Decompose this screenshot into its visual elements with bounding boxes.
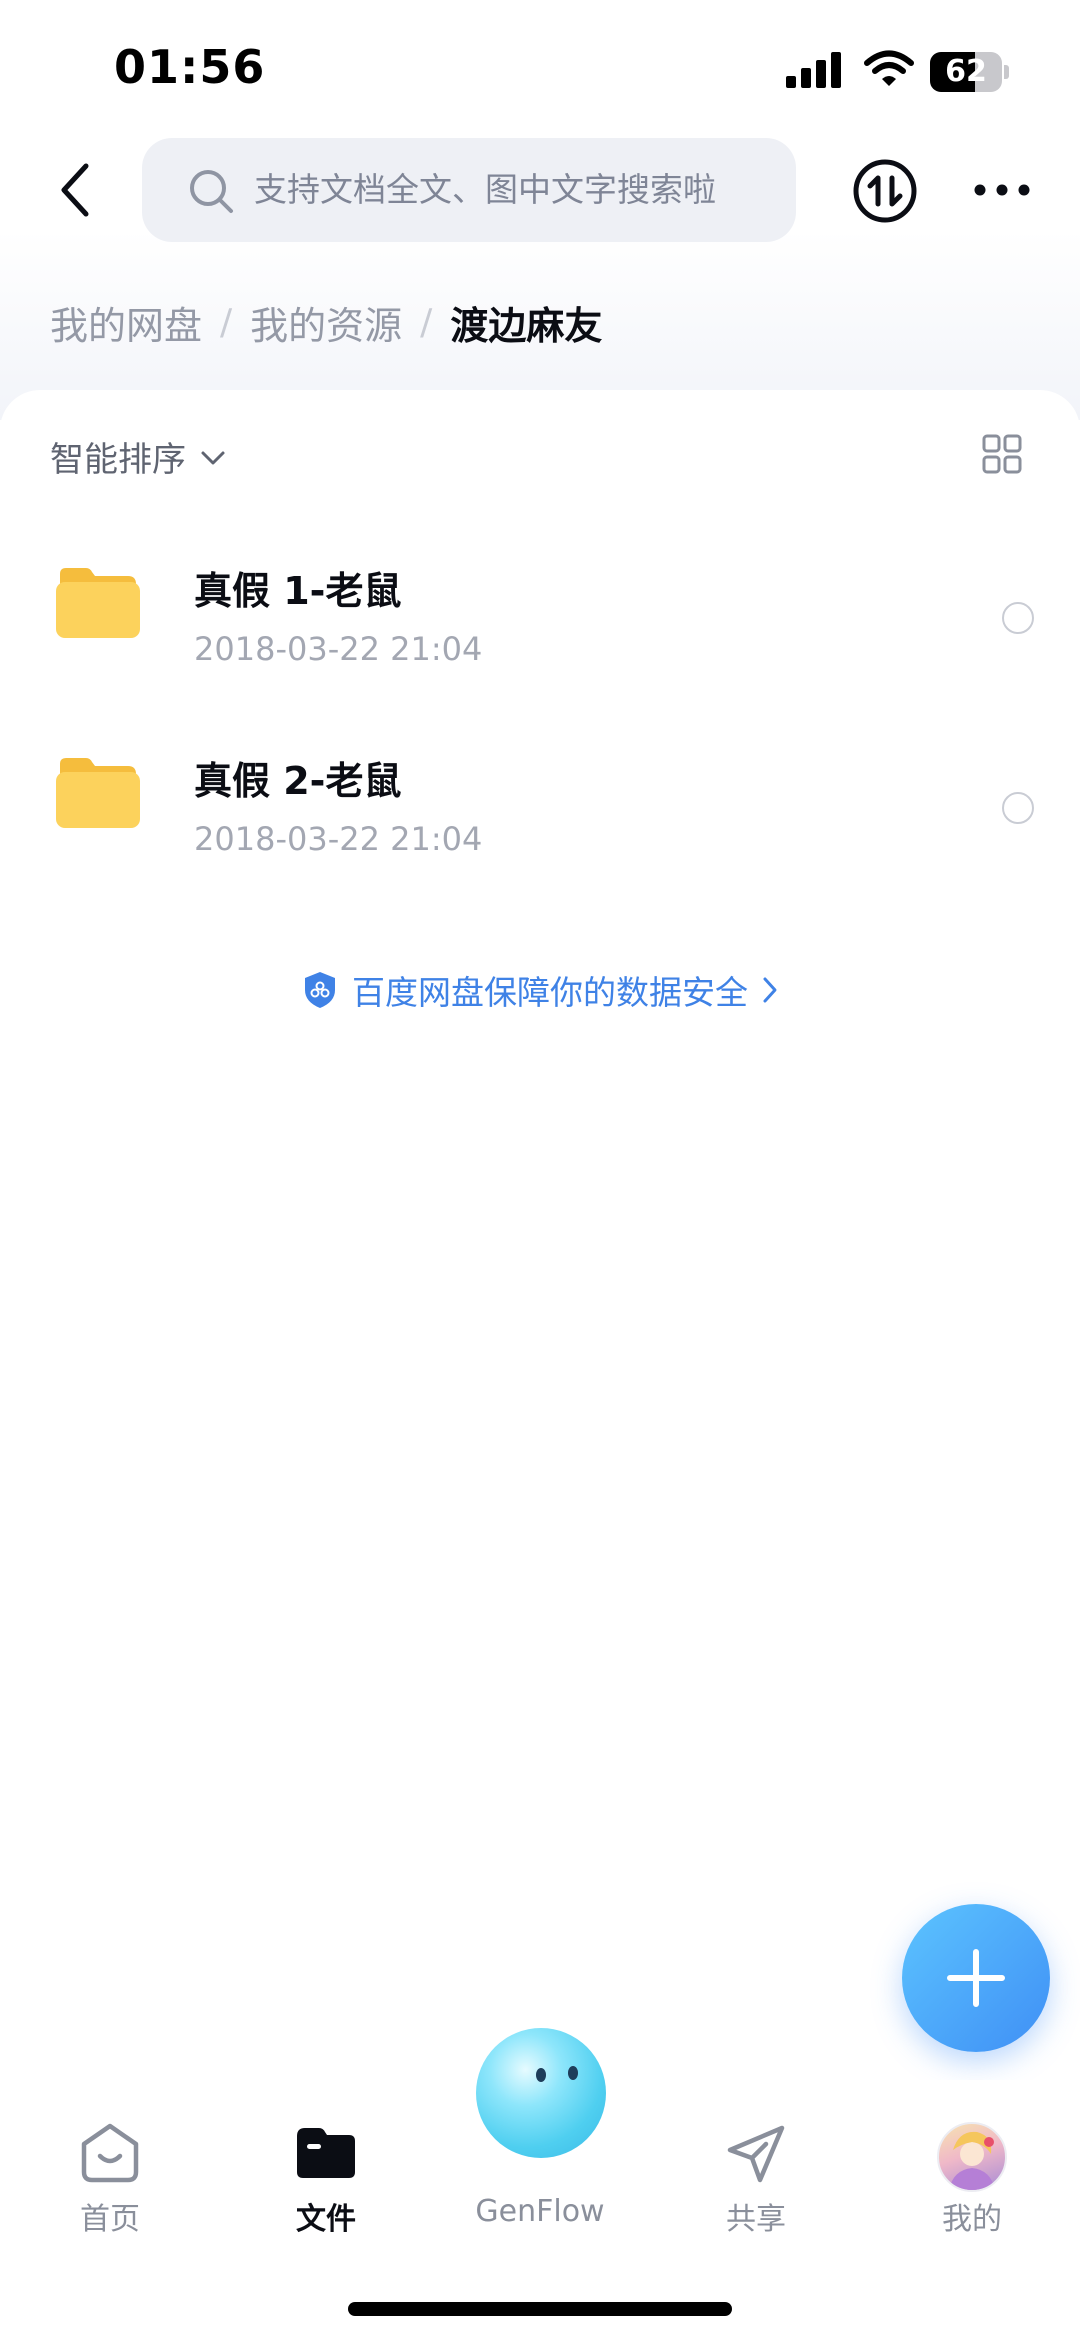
nav-item-genflow[interactable]: GenFlow [460,2080,620,2250]
sort-button[interactable]: 智能排序 [50,426,226,486]
sort-label: 智能排序 [50,439,186,480]
nav-item-home[interactable]: 首页 [30,2080,190,2250]
grid-view-button[interactable] [982,434,1022,474]
transfer-button[interactable] [852,158,918,224]
breadcrumb-item-current: 渡边麻友 [450,303,603,348]
breadcrumb-separator: / [420,301,433,343]
add-button[interactable] [902,1904,1050,2052]
list-item[interactable]: 真假 1-老鼠 2018-03-22 21:04 [0,520,1080,700]
nav-item-profile[interactable]: 我的 [892,2080,1052,2250]
folder-icon [297,2128,355,2178]
file-date: 2018-03-22 21:04 [194,630,483,668]
nav-label-profile: 我的 [942,2202,1002,2237]
search-input[interactable]: 支持文档全文、图中文字搜索啦 [142,138,796,242]
nav-item-files[interactable]: 文件 [246,2080,406,2250]
breadcrumb-separator: / [220,301,233,343]
breadcrumb: 我的网盘 / 我的资源 / 渡边麻友 [50,292,602,352]
signal-icon [786,52,841,88]
more-button[interactable] [972,178,1032,202]
battery-percentage: 62 [945,54,987,89]
avatar [937,2122,1007,2192]
bottom-nav: 首页 文件 GenFlow 共享 我的 [0,2010,1080,2337]
plus-icon [947,1949,1005,2007]
genflow-eye-right [568,2066,578,2080]
nav-label-home: 首页 [80,2202,140,2237]
chevron-down-icon [201,451,225,465]
select-checkbox[interactable] [1002,602,1034,634]
send-icon [727,2125,785,2183]
back-button[interactable] [56,160,96,220]
nav-label-share: 共享 [726,2202,786,2237]
wifi-icon [864,50,914,86]
battery-icon: 62 [930,52,1010,92]
breadcrumb-item-my-drive[interactable]: 我的网盘 [50,295,202,350]
security-notice-link[interactable]: 百度网盘保障你的数据安全 [0,960,1080,1020]
folder-icon [56,758,140,828]
security-notice-text: 百度网盘保障你的数据安全 [352,973,748,1012]
file-date: 2018-03-22 21:04 [194,820,483,858]
file-name: 真假 1-老鼠 [194,569,402,613]
breadcrumb-item-my-resources[interactable]: 我的资源 [250,295,402,350]
status-time: 01:56 [114,40,266,94]
select-checkbox[interactable] [1002,792,1034,824]
search-placeholder: 支持文档全文、图中文字搜索啦 [254,170,716,209]
file-name: 真假 2-老鼠 [194,759,402,803]
nav-item-share[interactable]: 共享 [676,2080,836,2250]
search-icon [190,170,233,213]
nav-label-files: 文件 [296,2202,356,2237]
nav-label-genflow: GenFlow [475,2194,605,2229]
chevron-right-icon [763,977,777,1003]
list-item[interactable]: 真假 2-老鼠 2018-03-22 21:04 [0,710,1080,890]
home-indicator [348,2302,732,2316]
home-icon [81,2123,139,2183]
shield-icon [305,972,335,1008]
folder-icon [56,568,140,638]
